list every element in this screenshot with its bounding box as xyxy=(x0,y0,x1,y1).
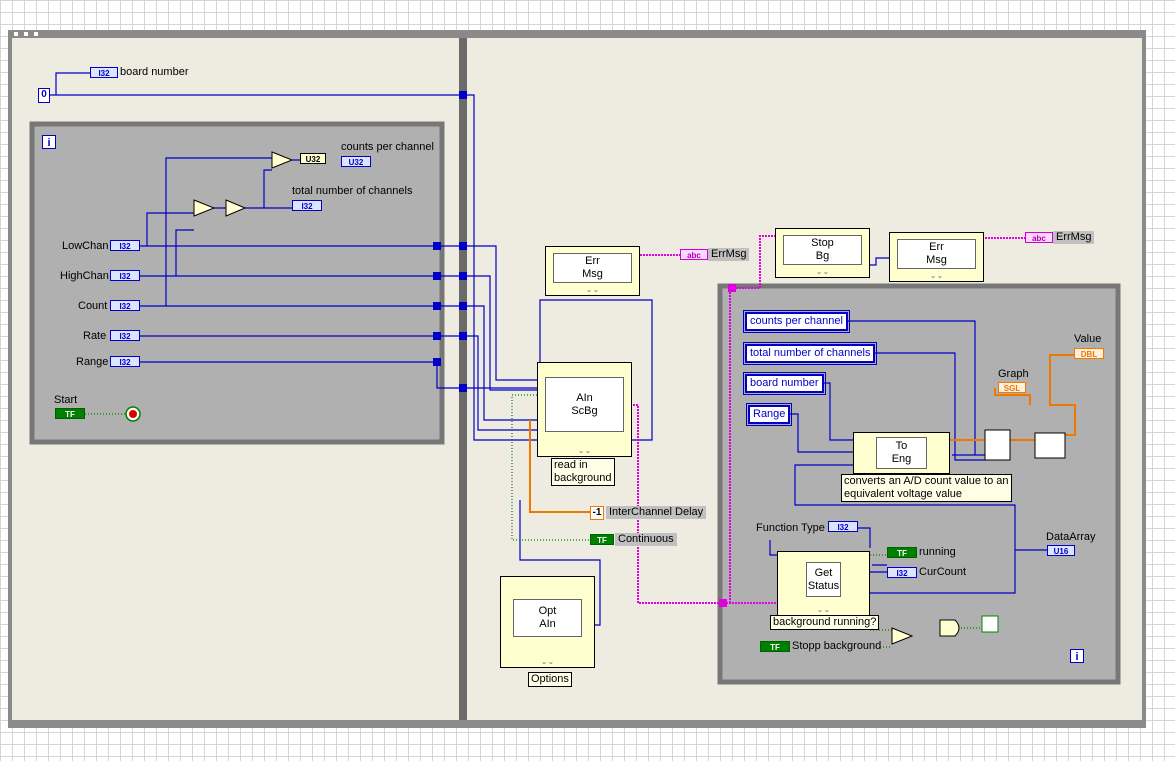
counts-per-channel-indicator[interactable]: U32 xyxy=(341,156,371,167)
frame-border-top xyxy=(8,30,1146,38)
rate-control[interactable]: I32 xyxy=(110,330,140,341)
array-subset-icon xyxy=(984,429,1011,461)
value-label: Value xyxy=(1074,333,1102,345)
chevron-down-icon: ⌄⌄ xyxy=(540,657,555,666)
highchan-control[interactable]: I32 xyxy=(110,270,140,281)
frame-border-left xyxy=(8,30,12,728)
data-array-indicator[interactable]: U16 xyxy=(1047,545,1075,556)
stop-button-dot xyxy=(129,410,137,418)
chevron-down-icon: ⌄⌄ xyxy=(585,285,600,294)
running-label: running xyxy=(919,546,956,558)
board-number-terminal[interactable]: I32 xyxy=(90,67,118,78)
continuous-label: Continuous xyxy=(615,533,677,546)
function-type-label: Function Type xyxy=(756,522,825,534)
background-running-caption: background running? xyxy=(770,615,880,630)
ain-scbg-text: AIn ScBg xyxy=(545,377,624,432)
to-eng-text: To Eng xyxy=(876,437,927,469)
total-channels-label: total number of channels xyxy=(292,185,413,197)
get-status-node[interactable]: Get Status ⌄⌄ xyxy=(777,551,870,616)
count-label: Count xyxy=(78,300,108,312)
u32-conversion-node: U32 xyxy=(300,153,326,164)
chevron-down-icon: ⌄⌄ xyxy=(577,446,592,455)
counts-per-channel-label: counts per channel xyxy=(341,141,434,153)
lowchan-control[interactable]: I32 xyxy=(110,240,140,251)
count-control[interactable]: I32 xyxy=(110,300,140,311)
continuous-control[interactable]: TF xyxy=(590,534,614,545)
highchan-label: HighChan xyxy=(60,270,109,282)
lowchan-label: LowChan xyxy=(62,240,109,252)
range-label: Range xyxy=(76,356,109,368)
local-board-number[interactable]: board number xyxy=(743,372,826,395)
build-array-icon xyxy=(1034,432,1066,459)
frame-border-bottom xyxy=(8,720,1146,728)
opt-ain-text: Opt AIn xyxy=(513,599,582,637)
opt-ain-node[interactable]: Opt AIn ⌄⌄ xyxy=(500,576,595,668)
stopp-background-label: Stopp background xyxy=(792,640,882,652)
err-msg-node-1[interactable]: Err Msg ⌄⌄ xyxy=(545,246,640,296)
err-msg-node-2[interactable]: Err Msg ⌄⌄ xyxy=(889,232,984,282)
loop-2-iteration-icon: i xyxy=(1070,649,1084,663)
errmsg-indicator-1[interactable]: abc xyxy=(680,249,708,260)
errmsg-label-2: ErrMsg xyxy=(1053,231,1095,244)
ain-scbg-node[interactable]: AIn ScBg ⌄⌄ xyxy=(537,362,632,457)
stop-bg-node[interactable]: Stop Bg ⌄⌄ xyxy=(775,228,870,278)
curcount-label: CurCount xyxy=(919,566,967,578)
running-indicator[interactable]: TF xyxy=(887,547,917,558)
chevron-down-icon: ⌄⌄ xyxy=(816,605,831,614)
graph-indicator[interactable]: SGL xyxy=(998,382,1026,393)
range-control[interactable]: I32 xyxy=(110,356,140,367)
board-number-constant[interactable]: 0 xyxy=(38,88,50,103)
chevron-down-icon: ⌄⌄ xyxy=(815,267,830,276)
stop-bg-text: Stop Bg xyxy=(783,235,862,265)
frame-border-right xyxy=(1142,30,1146,728)
interchannel-constant[interactable]: -1 xyxy=(590,506,604,520)
board-number-label: board number xyxy=(120,66,189,78)
total-channels-indicator[interactable]: I32 xyxy=(292,200,322,211)
data-array-label: DataArray xyxy=(1046,531,1096,543)
start-label: Start xyxy=(54,394,78,406)
frame-divider xyxy=(459,38,467,720)
stopp-background-control[interactable]: TF xyxy=(760,641,790,652)
local-counts-per-channel[interactable]: counts per channel xyxy=(743,310,850,333)
and-icon xyxy=(939,619,960,637)
value-indicator[interactable]: DBL xyxy=(1074,348,1104,359)
read-in-background-caption: read in background xyxy=(551,458,615,486)
options-caption: Options xyxy=(528,672,572,687)
to-eng-node[interactable]: To Eng xyxy=(853,432,950,474)
err-msg-2-text: Err Msg xyxy=(897,239,976,269)
errmsg-indicator-2[interactable]: abc xyxy=(1025,232,1053,243)
interchannel-delay-label: InterChannel Delay xyxy=(606,506,707,519)
loop-condition-icon xyxy=(981,615,999,633)
rate-label: Rate xyxy=(83,330,107,342)
loop-1-iteration-icon: i xyxy=(42,135,56,149)
start-control[interactable]: TF xyxy=(55,408,85,419)
graph-label: Graph xyxy=(998,368,1029,380)
function-type-control[interactable]: I32 xyxy=(828,521,858,532)
loop-1 xyxy=(29,121,445,445)
local-total-channels[interactable]: total number of channels xyxy=(742,342,878,365)
to-eng-description: converts an A/D count value to an equiva… xyxy=(841,474,1012,502)
local-range[interactable]: Range xyxy=(745,403,793,426)
errmsg-label-1: ErrMsg xyxy=(708,248,750,261)
curcount-indicator[interactable]: I32 xyxy=(887,567,917,578)
chevron-down-icon: ⌄⌄ xyxy=(929,271,944,280)
err-msg-1-text: Err Msg xyxy=(553,253,632,283)
get-status-text: Get Status xyxy=(806,562,841,597)
